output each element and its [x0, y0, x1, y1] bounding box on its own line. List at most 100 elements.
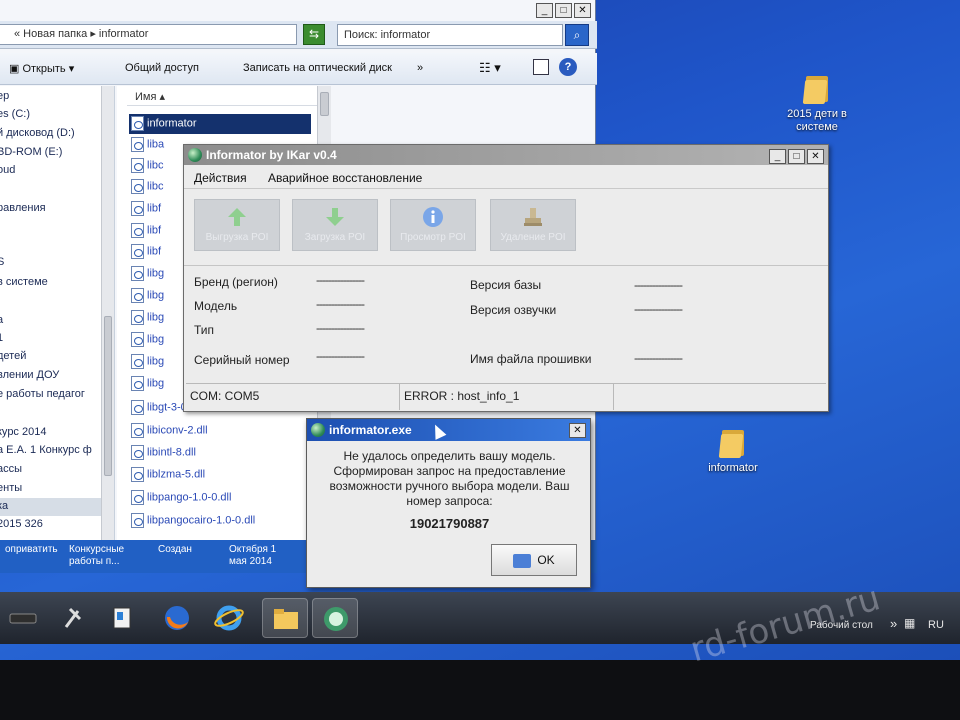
upload-poi-button[interactable]: Выгрузка POI	[194, 199, 280, 251]
nav-item[interactable]: влении ДОУ	[0, 369, 59, 381]
list-item[interactable]: libintl-8.dll	[131, 445, 196, 463]
scrollbar-thumb[interactable]	[104, 316, 112, 476]
list-item[interactable]: libg	[131, 288, 164, 306]
info-icon	[423, 207, 443, 227]
nav-item[interactable]: й дисковод (D:)	[0, 127, 75, 139]
expand-tray-icon[interactable]: »	[890, 616, 897, 631]
list-item[interactable]: libg	[131, 354, 164, 372]
field-value-voice-version: ----------------	[634, 302, 683, 316]
list-item[interactable]: libg	[131, 266, 164, 284]
taskbar-app-tool[interactable]	[50, 598, 96, 638]
desktop-icon-label: informator	[708, 462, 758, 474]
minimize-button[interactable]: _	[536, 3, 553, 18]
refresh-button[interactable]: ⇆	[303, 24, 325, 45]
desktop-folder-2015[interactable]: 2015 дети в системе	[772, 74, 862, 134]
nav-item[interactable]: ка	[0, 500, 8, 512]
nav-item[interactable]: 2015 326	[0, 518, 43, 530]
taskbar-app-informator[interactable]	[312, 598, 358, 638]
list-item[interactable]: libpango-1.0-0.dll	[131, 490, 231, 508]
window-controls: _ □ ✕	[536, 3, 591, 18]
scrollbar-thumb[interactable]	[320, 92, 329, 116]
menu-actions[interactable]: Действия	[194, 171, 247, 185]
more-button[interactable]: »	[417, 62, 423, 74]
nav-item[interactable]: oud	[0, 164, 15, 176]
menu-bar: Действия Аварийное восстановление	[184, 167, 828, 189]
burn-button[interactable]: Записать на оптический диск	[243, 62, 392, 74]
field-label-type: Тип	[194, 323, 215, 337]
open-button[interactable]: ▣ Открыть ▾	[9, 62, 74, 75]
network-icon[interactable]: ▦	[904, 616, 915, 630]
taskbar-app-explorer[interactable]	[262, 598, 308, 638]
desktop-folder-informator[interactable]: informator	[688, 428, 778, 475]
field-label-db-version: Версия базы	[470, 278, 542, 292]
nav-item[interactable]: в системе	[0, 276, 48, 288]
nav-item[interactable]: а	[0, 314, 3, 326]
maximize-button[interactable]: □	[555, 3, 572, 18]
nav-scrollbar[interactable]	[101, 86, 114, 540]
list-item[interactable]: libiconv-2.dll	[131, 423, 208, 441]
breadcrumb[interactable]: « Новая папка ▸ informator	[0, 24, 297, 45]
search-input[interactable]: Поиск: informator	[337, 24, 563, 46]
nav-item[interactable]: детей	[0, 350, 26, 362]
details-text: оприватить	[5, 544, 58, 555]
list-item[interactable]: libc	[131, 158, 164, 176]
view-poi-button[interactable]: Просмотр POI	[390, 199, 476, 251]
message-dialog: informator.exe ✕ Не удалось определить в…	[306, 418, 591, 588]
taskbar-app-ie[interactable]	[206, 598, 252, 638]
hand-pointer-icon	[513, 553, 532, 568]
dll-file-icon	[131, 445, 144, 460]
delete-poi-button[interactable]: Удаление POI	[490, 199, 576, 251]
column-header-name[interactable]: Имя ▴	[127, 88, 317, 106]
taskbar-app-usb[interactable]	[0, 598, 46, 638]
nav-item[interactable]: а Е.А. 1 Конкурс ф	[0, 444, 92, 456]
help-icon[interactable]: ?	[559, 58, 577, 76]
nav-item[interactable]: курс 2014	[0, 426, 46, 438]
file-name: libg	[147, 311, 165, 324]
dll-file-icon	[131, 179, 144, 194]
dialog-titlebar[interactable]: informator.exe	[307, 419, 590, 441]
nav-item[interactable]: ассы	[0, 463, 22, 475]
nav-item[interactable]: S	[0, 256, 4, 268]
list-item[interactable]: libf	[131, 244, 161, 262]
nav-item[interactable]: 1	[0, 332, 3, 344]
list-item[interactable]: libc	[131, 179, 164, 197]
minimize-button[interactable]: _	[769, 149, 786, 164]
ok-button[interactable]: OK	[491, 544, 577, 576]
share-button[interactable]: Общий доступ	[125, 62, 199, 74]
app-icon	[188, 148, 202, 162]
list-item[interactable]: liba	[131, 137, 164, 155]
taskbar-app-firefox[interactable]	[154, 598, 200, 638]
view-icon[interactable]: ☷ ▾	[479, 60, 501, 76]
list-item[interactable]: libg	[131, 332, 164, 350]
nav-item[interactable]: BD-ROM (E:)	[0, 146, 62, 158]
nav-item[interactable]: енты	[0, 482, 22, 494]
field-value-type: ----------------	[316, 321, 365, 335]
field-label-serial: Серийный номер	[194, 353, 290, 367]
search-icon[interactable]: ⌕	[565, 24, 589, 46]
list-item[interactable]: libg	[131, 376, 164, 394]
list-item[interactable]: libpangocairo-1.0-0.dll	[131, 513, 255, 531]
field-label-voice-version: Версия озвучки	[470, 303, 557, 317]
language-indicator[interactable]: RU	[928, 619, 944, 631]
field-label-firmware-file: Имя файла прошивки	[470, 352, 592, 366]
nav-item[interactable]: равления	[0, 202, 46, 214]
list-item[interactable]: liblzma-5.dll	[131, 467, 205, 485]
dialog-close-button[interactable]: ✕	[569, 423, 586, 438]
nav-item[interactable]: е работы педагог	[0, 388, 85, 400]
nav-item[interactable]: es (C:)	[0, 108, 30, 120]
taskbar-app-manager[interactable]	[100, 598, 146, 638]
close-button[interactable]: ✕	[807, 149, 824, 164]
close-button[interactable]: ✕	[574, 3, 591, 18]
maximize-button[interactable]: □	[788, 149, 805, 164]
window-titlebar[interactable]: Informator by IKar v0.4	[184, 145, 828, 165]
list-item[interactable]: libg	[131, 310, 164, 328]
preview-pane-icon[interactable]	[533, 59, 549, 75]
file-name: libg	[147, 333, 165, 346]
nav-item[interactable]: ер	[0, 90, 9, 102]
list-item[interactable]: informator	[131, 116, 197, 134]
download-poi-button[interactable]: Загрузка POI	[292, 199, 378, 251]
list-item[interactable]: libf	[131, 223, 161, 241]
file-name: libpango-1.0-0.dll	[147, 491, 232, 504]
list-item[interactable]: libf	[131, 201, 161, 219]
menu-emergency-recovery[interactable]: Аварийное восстановление	[268, 171, 422, 185]
